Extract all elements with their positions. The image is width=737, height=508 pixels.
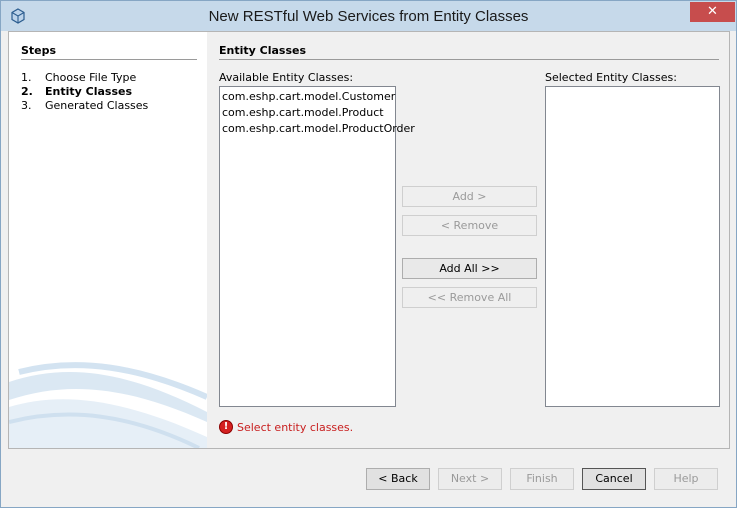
list-item-product[interactable]: com.eshp.cart.model.Product — [221, 105, 394, 121]
add-button[interactable]: Add > — [402, 186, 537, 207]
list-item-customer[interactable]: com.eshp.cart.model.Customer — [221, 89, 395, 105]
error-message: Select entity classes. — [237, 421, 354, 434]
next-button[interactable]: Next > — [438, 468, 502, 490]
step-label: Generated Classes — [45, 99, 149, 112]
selected-entity-classes-label: Selected Entity Classes: — [545, 71, 677, 84]
window-title: New RESTful Web Services from Entity Cla… — [208, 8, 529, 25]
finish-button[interactable]: Finish — [510, 468, 574, 490]
decorative-swoosh-graphic — [9, 362, 207, 448]
steps-title: Steps — [21, 44, 57, 57]
remove-all-button[interactable]: << Remove All — [402, 287, 537, 308]
step-label: Choose File Type — [45, 71, 137, 84]
step-number: 3. — [21, 99, 32, 112]
list-item-product-order[interactable]: com.eshp.cart.model.ProductOrder — [221, 121, 415, 137]
main-panel: Entity Classes Available Entity Classes:… — [207, 32, 729, 448]
step-item-generated-classes: 3. Generated Classes — [21, 99, 148, 113]
back-button[interactable]: < Back — [366, 468, 430, 490]
dialog-window: New RESTful Web Services from Entity Cla… — [0, 0, 737, 508]
section-title: Entity Classes — [219, 44, 307, 57]
steps-divider — [21, 59, 197, 60]
close-button[interactable]: ✕ — [690, 2, 735, 22]
step-number: 1. — [21, 71, 32, 84]
title-bar[interactable]: New RESTful Web Services from Entity Cla… — [1, 1, 736, 31]
error-icon: ! — [219, 420, 233, 434]
help-button[interactable]: Help — [654, 468, 718, 490]
cancel-button[interactable]: Cancel — [582, 468, 646, 490]
step-number: 2. — [21, 85, 33, 98]
available-entity-classes-list[interactable]: com.eshp.cart.model.Customer com.eshp.ca… — [219, 86, 415, 407]
selected-entity-classes-list[interactable] — [545, 86, 720, 407]
step-item-choose-file-type: 1. Choose File Type — [21, 71, 148, 85]
add-all-button[interactable]: Add All >> — [402, 258, 537, 279]
step-item-entity-classes: 2. Entity Classes — [21, 85, 148, 99]
steps-panel: Steps 1. Choose File Type 2. Entity Classe… — [9, 32, 207, 448]
wizard-content: Steps 1. Choose File Type 2. Entity Classe… — [8, 31, 730, 449]
remove-button[interactable]: < Remove — [402, 215, 537, 236]
step-label: Entity Classes — [45, 85, 133, 98]
available-entity-classes-label: Available Entity Classes: — [219, 71, 354, 84]
steps-list: 1. Choose File Type 2. Entity Classes 3. Ge… — [21, 71, 148, 113]
section-divider — [219, 59, 719, 60]
